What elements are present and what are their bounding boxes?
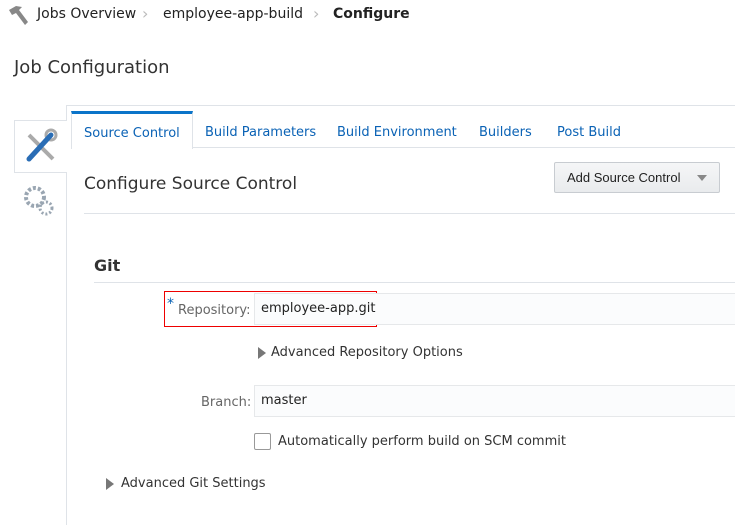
auto-build-label[interactable]: Automatically perform build on SCM commi… (278, 434, 566, 449)
divider (94, 282, 735, 283)
section-title: Configure Source Control (84, 174, 298, 194)
required-mark: * (167, 296, 174, 312)
breadcrumb-job[interactable]: employee-app-build (163, 6, 303, 22)
branch-label: Branch: (201, 395, 252, 410)
add-source-control-label: Add Source Control (567, 170, 681, 185)
git-heading: Git (94, 256, 121, 275)
chevron-right-icon: › (313, 4, 320, 23)
breadcrumb-current: Configure (333, 6, 410, 22)
divider (84, 213, 735, 214)
chevron-right-icon: › (142, 4, 149, 23)
advanced-git-settings-toggle[interactable]: Advanced Git Settings (121, 476, 266, 491)
repository-input[interactable]: employee-app.git (254, 293, 735, 325)
breadcrumb-jobs-overview[interactable]: Jobs Overview (37, 6, 136, 22)
tab-builders[interactable]: Builders (479, 111, 532, 148)
tab-build-parameters[interactable]: Build Parameters (205, 111, 316, 148)
side-tab-configure[interactable] (14, 120, 67, 173)
tools-icon (26, 128, 58, 162)
tab-bar: Source Control Build Parameters Build En… (71, 111, 735, 149)
expand-triangle-icon[interactable] (258, 347, 266, 359)
add-source-control-button[interactable]: Add Source Control (554, 162, 720, 193)
tab-post-build[interactable]: Post Build (557, 111, 621, 148)
page-title: Job Configuration (14, 57, 170, 78)
branch-input[interactable]: master (254, 385, 735, 417)
expand-triangle-icon[interactable] (106, 478, 114, 490)
caret-down-icon (697, 175, 707, 181)
hammer-icon (9, 6, 28, 25)
repository-label: Repository: (178, 303, 251, 318)
advanced-repository-options-toggle[interactable]: Advanced Repository Options (271, 345, 463, 360)
auto-build-checkbox[interactable] (254, 433, 271, 450)
tab-source-control[interactable]: Source Control (71, 111, 193, 149)
tab-build-environment[interactable]: Build Environment (337, 111, 457, 148)
gears-icon[interactable] (22, 184, 56, 216)
